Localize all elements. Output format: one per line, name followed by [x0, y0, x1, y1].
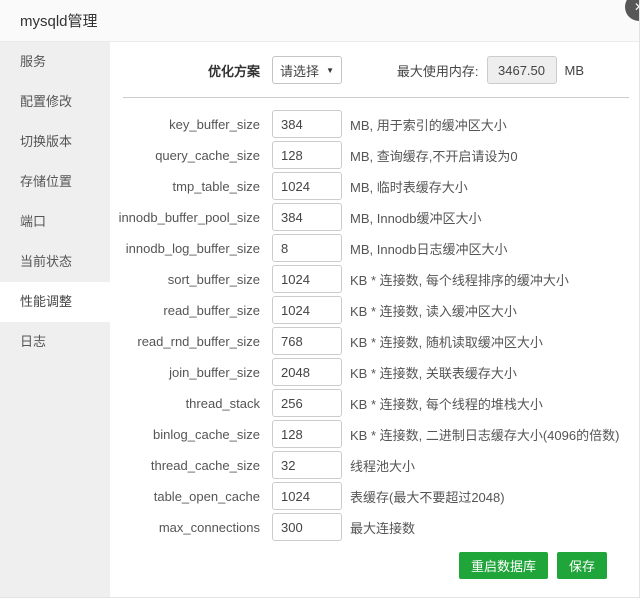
table_open_cache-input[interactable] — [272, 482, 342, 510]
parameter-name: sort_buffer_size — [167, 271, 260, 287]
action-bar: 重启数据库 保存 — [110, 552, 639, 579]
parameter-name: tmp_table_size — [172, 178, 260, 194]
read_rnd_buffer_size-input[interactable] — [272, 327, 342, 355]
parameter-hint: KB * 连接数, 每个线程的堆栈大小 — [350, 396, 543, 412]
parameter-hint: KB * 连接数, 随机读取缓冲区大小 — [350, 334, 543, 350]
parameter-row: sort_buffer_size KB * 连接数, 每个线程排序的缓冲大小 — [110, 265, 639, 293]
parameter-name: innodb_log_buffer_size — [125, 240, 260, 256]
max-memory-unit: MB — [564, 62, 585, 78]
parameter-hint: KB * 连接数, 每个线程排序的缓冲大小 — [350, 272, 569, 288]
parameter-hint: KB * 连接数, 二进制日志缓存大小(4096的倍数) — [350, 427, 620, 443]
parameter-hint: MB, 查询缓存,不开启请设为0 — [350, 148, 518, 164]
parameter-row: binlog_cache_size KB * 连接数, 二进制日志缓存大小(40… — [110, 420, 639, 448]
dialog-titlebar: mysqld管理 — [0, 0, 639, 42]
parameter-row: table_open_cache 表缓存(最大不要超过2048) — [110, 482, 639, 510]
performance-panel: 优化方案 请选择 ▼ 最大使用内存: MB key_buffer_size MB… — [110, 42, 639, 597]
parameter-row: read_rnd_buffer_size KB * 连接数, 随机读取缓冲区大小 — [110, 327, 639, 355]
parameter-name: read_rnd_buffer_size — [137, 333, 260, 349]
parameter-hint: KB * 连接数, 关联表缓存大小 — [350, 365, 517, 381]
optimizer-label: 优化方案 — [207, 63, 260, 79]
parameter-name: join_buffer_size — [169, 364, 260, 380]
parameter-row: innodb_buffer_pool_size MB, Innodb缓冲区大小 — [110, 203, 639, 231]
parameter-hint: 表缓存(最大不要超过2048) — [350, 489, 505, 505]
sidebar-item-7[interactable]: 日志 — [0, 322, 110, 362]
parameter-name: binlog_cache_size — [153, 426, 260, 442]
parameter-hint: 最大连接数 — [350, 520, 416, 536]
optimizer-row: 优化方案 请选择 ▼ 最大使用内存: MB — [110, 56, 639, 84]
parameter-row: innodb_log_buffer_size MB, Innodb日志缓冲区大小 — [110, 234, 639, 262]
parameter-name: table_open_cache — [153, 488, 260, 504]
thread_cache_size-input[interactable] — [272, 451, 342, 479]
parameter-name: max_connections — [158, 519, 260, 535]
parameter-row: query_cache_size MB, 查询缓存,不开启请设为0 — [110, 141, 639, 169]
parameter-hint: MB, 用于索引的缓冲区大小 — [350, 117, 507, 133]
binlog_cache_size-input[interactable] — [272, 420, 342, 448]
parameter-row: key_buffer_size MB, 用于索引的缓冲区大小 — [110, 110, 639, 138]
mysqld-manager-dialog: ✕ mysqld管理 服务配置修改切换版本存储位置端口当前状态性能调整日志 优化… — [0, 0, 640, 598]
sidebar-item-2[interactable]: 切换版本 — [0, 122, 110, 162]
tmp_table_size-input[interactable] — [272, 172, 342, 200]
sidebar-item-3[interactable]: 存储位置 — [0, 162, 110, 202]
innodb_log_buffer_size-input[interactable] — [272, 234, 342, 262]
optimizer-selected-value: 请选择 — [280, 63, 320, 79]
parameter-hint: MB, Innodb缓冲区大小 — [350, 210, 482, 226]
parameter-hint: KB * 连接数, 读入缓冲区大小 — [350, 303, 517, 319]
parameter-hint: 线程池大小 — [350, 458, 416, 474]
sidebar-item-0[interactable]: 服务 — [0, 42, 110, 82]
parameter-row: read_buffer_size KB * 连接数, 读入缓冲区大小 — [110, 296, 639, 324]
parameter-row: max_connections 最大连接数 — [110, 513, 639, 541]
dialog-title: mysqld管理 — [20, 13, 98, 30]
sidebar-nav: 服务 配置修改 切换版本 存储位置 端口 当前状态 性能调整 日志 — [0, 42, 110, 597]
parameter-name: read_buffer_size — [163, 302, 260, 318]
restart-database-button[interactable]: 重启数据库 — [458, 552, 548, 579]
parameter-name: thread_cache_size — [150, 457, 260, 473]
max-memory-field — [486, 56, 557, 84]
key_buffer_size-input[interactable] — [272, 110, 342, 138]
query_cache_size-input[interactable] — [272, 141, 342, 169]
thread_stack-input[interactable] — [272, 389, 342, 417]
sidebar-item-1[interactable]: 配置修改 — [0, 82, 110, 122]
read_buffer_size-input[interactable] — [272, 296, 342, 324]
parameter-name: key_buffer_size — [169, 116, 260, 132]
innodb_buffer_pool_size-input[interactable] — [272, 203, 342, 231]
parameter-name: thread_stack — [185, 395, 260, 411]
sidebar-item-6[interactable]: 性能调整 — [0, 282, 110, 322]
parameter-row: tmp_table_size MB, 临时表缓存大小 — [110, 172, 639, 200]
sidebar-item-4[interactable]: 端口 — [0, 202, 110, 242]
sort_buffer_size-input[interactable] — [272, 265, 342, 293]
parameter-row: join_buffer_size KB * 连接数, 关联表缓存大小 — [110, 358, 639, 386]
parameter-hint: MB, 临时表缓存大小 — [350, 179, 468, 195]
max_connections-input[interactable] — [272, 513, 342, 541]
parameter-row: thread_cache_size 线程池大小 — [110, 451, 639, 479]
join_buffer_size-input[interactable] — [272, 358, 342, 386]
save-button[interactable]: 保存 — [556, 552, 607, 579]
max-memory-label: 最大使用内存: — [396, 63, 479, 79]
optimizer-select[interactable]: 请选择 ▼ — [272, 56, 342, 84]
divider — [123, 97, 629, 98]
sidebar-item-5[interactable]: 当前状态 — [0, 242, 110, 282]
parameter-row: thread_stack KB * 连接数, 每个线程的堆栈大小 — [110, 389, 639, 417]
parameter-hint: MB, Innodb日志缓冲区大小 — [350, 241, 508, 257]
parameter-name: query_cache_size — [155, 147, 260, 163]
max-memory-group: 最大使用内存: MB — [397, 56, 584, 84]
parameter-form: key_buffer_size MB, 用于索引的缓冲区大小 query_cac… — [110, 110, 639, 541]
chevron-down-icon: ▼ — [326, 65, 334, 75]
parameter-name: innodb_buffer_pool_size — [118, 209, 260, 225]
